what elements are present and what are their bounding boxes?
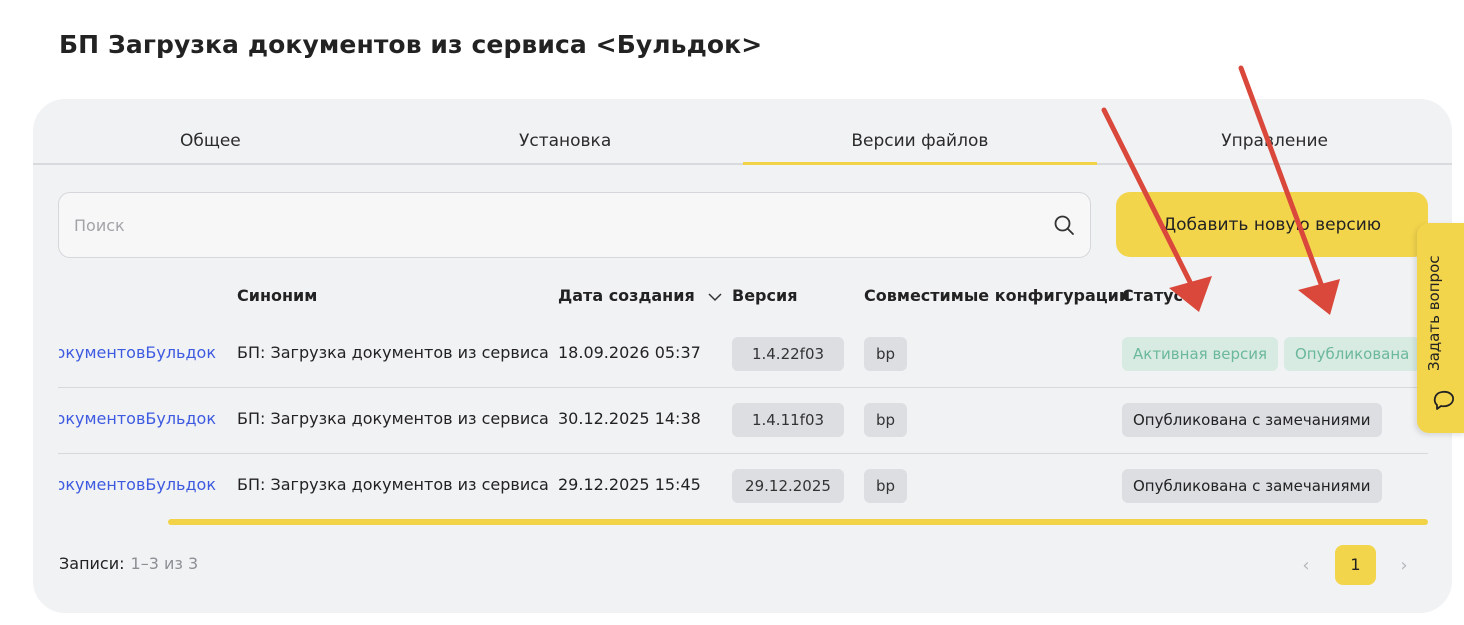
tab-bar: Общее Установка Версии файлов Управление [33, 119, 1452, 165]
header-created-label: Дата создания [558, 286, 695, 305]
row-config-chip: bp [864, 337, 908, 371]
page-title: БП Загрузка документов из сервиса <Бульд… [59, 30, 763, 59]
header-configurations[interactable]: Совместимые конфигурации [864, 286, 1130, 305]
tab-file-versions[interactable]: Версии файлов [742, 119, 1098, 165]
row-name-link[interactable]: ЗагрузкаДокументовБульдок [59, 343, 216, 362]
search-box [58, 192, 1091, 258]
row-version-chip: 29.12.2025 [732, 469, 844, 503]
tab-installation[interactable]: Установка [388, 119, 743, 163]
header-created-date[interactable]: Дата создания [558, 286, 722, 305]
row-synonym: БП: Загрузка документов из сервиса [237, 343, 549, 362]
row-name-text: ЗагрузкаДокументовБульдок [59, 475, 216, 494]
pagination-prev-button[interactable]: ‹ [1286, 546, 1326, 586]
status-badge-published: Опубликована [1284, 337, 1421, 371]
row-synonym: БП: Загрузка документов из сервиса [237, 409, 549, 428]
row-name-link[interactable]: ЗагрузкаДокументовБульдок [59, 409, 216, 428]
search-input[interactable] [74, 193, 1034, 257]
status-badge-published-remarks: Опубликована с замечаниями [1122, 403, 1382, 437]
add-version-button[interactable]: Добавить новую версию [1116, 192, 1428, 257]
row-created-date: 30.12.2025 14:38 [558, 409, 701, 428]
search-icon[interactable] [1052, 213, 1076, 237]
row-version-chip: 1.4.22f03 [732, 337, 844, 371]
header-status[interactable]: Статус [1122, 286, 1183, 305]
row-name-text: ЗагрузкаДокументовБульдок [59, 343, 216, 362]
row-name-text: ЗагрузкаДокументовБульдок [59, 409, 216, 428]
tab-general[interactable]: Общее [33, 119, 388, 163]
header-synonym[interactable]: Синоним [237, 286, 317, 305]
header-version[interactable]: Версия [732, 286, 797, 305]
ask-question-tab[interactable]: Задать вопрос [1417, 223, 1464, 433]
row-name-link[interactable]: ЗагрузкаДокументовБульдок [59, 475, 216, 494]
chat-bubble-icon [1433, 390, 1455, 410]
row-created-date: 29.12.2025 15:45 [558, 475, 701, 494]
row-config-chip: bp [864, 403, 908, 437]
row-version-chip: 1.4.11f03 [732, 403, 844, 437]
records-label: Записи: [59, 554, 125, 573]
tab-management[interactable]: Управление [1097, 119, 1452, 163]
table-header: Синоним Дата создания Версия Совместимые… [33, 286, 1452, 310]
version-files-card: Общее Установка Версии файлов Управление… [33, 99, 1452, 613]
records-count: Записи: 1–3 из 3 [59, 554, 198, 573]
row-config-chip: bp [864, 469, 908, 503]
horizontal-scrollbar[interactable] [168, 519, 1428, 525]
row-created-date: 18.09.2026 05:37 [558, 343, 701, 362]
pagination-next-button[interactable]: › [1384, 546, 1424, 586]
ask-question-label: Задать вопрос [1425, 255, 1443, 372]
row-synonym: БП: Загрузка документов из сервиса [237, 475, 549, 494]
chevron-down-icon[interactable] [708, 292, 722, 302]
pagination-page-button[interactable]: 1 [1335, 545, 1376, 585]
records-range: 1–3 из 3 [130, 554, 199, 573]
table-row[interactable]: ЗагрузкаДокументовБульдок БП: Загрузка д… [33, 322, 1452, 388]
table-row[interactable]: ЗагрузкаДокументовБульдок БП: Загрузка д… [33, 454, 1452, 520]
table-row[interactable]: ЗагрузкаДокументовБульдок БП: Загрузка д… [33, 388, 1452, 454]
status-badge-published-remarks: Опубликована с замечаниями [1122, 469, 1382, 503]
status-badge-active: Активная версия [1122, 337, 1279, 371]
